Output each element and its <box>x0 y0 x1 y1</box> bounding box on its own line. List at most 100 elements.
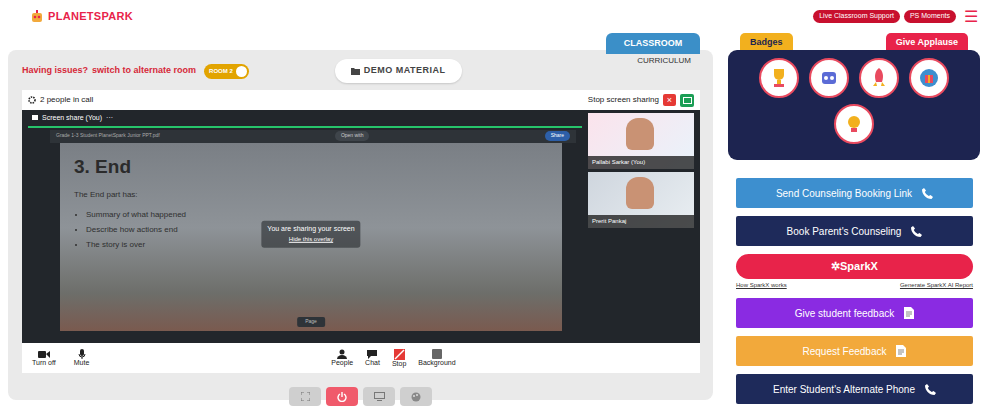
screen-icon <box>374 392 385 401</box>
issue-text: Having issues? <box>22 64 88 78</box>
action-button[interactable]: Give student feedback <box>736 298 973 328</box>
side-tab[interactable]: Badges <box>740 33 793 50</box>
gift-icon <box>917 66 941 90</box>
classroom-tab[interactable]: CURRICULUM <box>637 55 691 67</box>
pdf-filename: Grade 1-3 Student PlanetSpark Junior PPT… <box>56 132 160 140</box>
robot-icon <box>817 66 841 90</box>
participant-video <box>626 177 654 209</box>
demo-material-label: DEMO MATERIAL <box>364 64 446 78</box>
open-with-button[interactable]: Open with <box>335 131 370 141</box>
people-control[interactable]: People <box>331 349 353 367</box>
control-label: Stop <box>392 360 406 368</box>
sparkx-link[interactable]: Generate SparkX AI Report <box>900 281 973 290</box>
palette-icon <box>411 392 421 402</box>
control-label: Turn off <box>32 359 56 367</box>
logo-text: PLANETSPARK <box>48 8 133 25</box>
share-more[interactable]: ··· <box>106 113 113 124</box>
stop-sharing-button[interactable]: × <box>663 94 676 106</box>
action-label: Book Parent's Counseling <box>787 224 902 239</box>
video-call: 2 people in call Stop screen sharing × S… <box>22 90 700 373</box>
participant-tile[interactable]: Prerit Pankaj <box>588 172 694 228</box>
rocket-icon <box>867 66 891 90</box>
expand-button[interactable] <box>289 387 321 406</box>
badge-item[interactable] <box>859 58 899 98</box>
action-label: Send Counseling Booking Link <box>776 186 912 201</box>
gear-icon[interactable] <box>28 96 36 104</box>
action-button[interactable]: Send Counseling Booking Link <box>736 178 973 208</box>
badge-item[interactable] <box>909 58 949 98</box>
bulb-icon <box>842 112 866 136</box>
palette-button[interactable] <box>400 387 432 406</box>
control-label: People <box>331 359 353 367</box>
power-button[interactable] <box>326 387 358 406</box>
doc-icon <box>896 345 906 357</box>
header: PLANETSPARK Live Classroom Support PS Mom… <box>0 0 1000 33</box>
action-label: Give student feedback <box>795 306 895 321</box>
participant-name: Pallabi Sarkar (You) <box>588 156 694 169</box>
sparkx-button[interactable]: ✲SparkX <box>736 254 973 279</box>
action-button[interactable]: Request Feedback <box>736 336 973 366</box>
classroom-panel: CLASSROOMCURRICULUM Having issues? switc… <box>8 50 713 400</box>
mic-icon <box>78 349 86 359</box>
phone-icon <box>911 226 922 237</box>
header-link[interactable]: PS Moments <box>904 10 956 22</box>
share-button[interactable]: Share <box>545 131 570 141</box>
control-label: Chat <box>365 359 380 367</box>
room-label: ROOM 2 <box>209 67 233 76</box>
logo[interactable]: PLANETSPARK <box>30 8 133 25</box>
slide: 3. End The End part has: Summary of what… <box>60 143 562 331</box>
camera-control[interactable]: Turn off <box>32 350 56 367</box>
room-toggle[interactable]: ROOM 2 <box>204 64 249 79</box>
action-button[interactable]: Book Parent's Counseling <box>736 216 973 246</box>
classroom-tab[interactable]: CLASSROOM <box>606 33 700 54</box>
expand-icon <box>301 392 310 401</box>
stop-sharing-text: Stop screen sharing <box>588 94 659 106</box>
chat-icon <box>367 349 377 359</box>
power-icon <box>337 392 347 402</box>
background-icon <box>432 349 442 359</box>
people-icon <box>337 349 347 359</box>
doc-icon <box>904 307 914 319</box>
overlay-message: You are sharing your screen <box>267 223 354 234</box>
badge-item[interactable] <box>809 58 849 98</box>
slide-title: 3. End <box>74 153 548 182</box>
badges-box <box>728 50 980 160</box>
screen-icon <box>683 97 692 104</box>
camera-icon <box>38 350 50 359</box>
control-label: Background <box>418 359 455 367</box>
screen-button[interactable] <box>363 387 395 406</box>
switch-room-link[interactable]: switch to alternate room <box>92 64 196 78</box>
share-overlay: You are sharing your screen Hide this ov… <box>261 220 360 247</box>
share-tab[interactable]: Screen share (You) ··· <box>28 112 582 128</box>
side-tab[interactable]: Give Applause <box>886 33 968 50</box>
stop-icon <box>394 349 405 360</box>
menu-icon[interactable]: ☰ <box>964 9 978 25</box>
hide-overlay-link[interactable]: Hide this overlay <box>289 236 333 242</box>
control-label: Mute <box>74 359 90 367</box>
side-panel: Badges Give Applause Send Counseling Book… <box>728 33 980 404</box>
action-label: Request Feedback <box>803 344 887 359</box>
share-tab-label: Screen share (You) <box>42 113 102 124</box>
stop-control[interactable]: Stop <box>392 349 406 368</box>
action-button[interactable]: Enter Student's Alternate Phone <box>736 374 973 404</box>
layout-button[interactable] <box>680 94 694 107</box>
sparkx-links: How SparkX works Generate SparkX AI Repor… <box>736 281 973 290</box>
participant-tile[interactable]: Pallabi Sarkar (You) <box>588 113 694 169</box>
phone-icon <box>922 188 933 199</box>
action-label: Enter Student's Alternate Phone <box>773 382 915 397</box>
trophy-icon <box>767 66 791 90</box>
sparkx-link[interactable]: How SparkX works <box>736 281 787 290</box>
badge-item[interactable] <box>834 104 874 144</box>
pdf-toolbar: Grade 1-3 Student PlanetSpark Junior PPT… <box>50 130 576 143</box>
phone-icon <box>925 384 936 395</box>
sparkx-block: ✲SparkX How SparkX works Generate SparkX A… <box>736 254 973 290</box>
mic-control[interactable]: Mute <box>74 349 90 367</box>
demo-material-button[interactable]: DEMO MATERIAL <box>335 59 462 83</box>
header-link[interactable]: Live Classroom Support <box>813 10 900 22</box>
issue-notice: Having issues? switch to alternate room … <box>22 64 249 79</box>
people-count: 2 people in call <box>40 94 93 106</box>
chat-control[interactable]: Chat <box>365 349 380 367</box>
screen-icon <box>32 115 38 121</box>
background-control[interactable]: Background <box>418 349 455 367</box>
badge-item[interactable] <box>759 58 799 98</box>
